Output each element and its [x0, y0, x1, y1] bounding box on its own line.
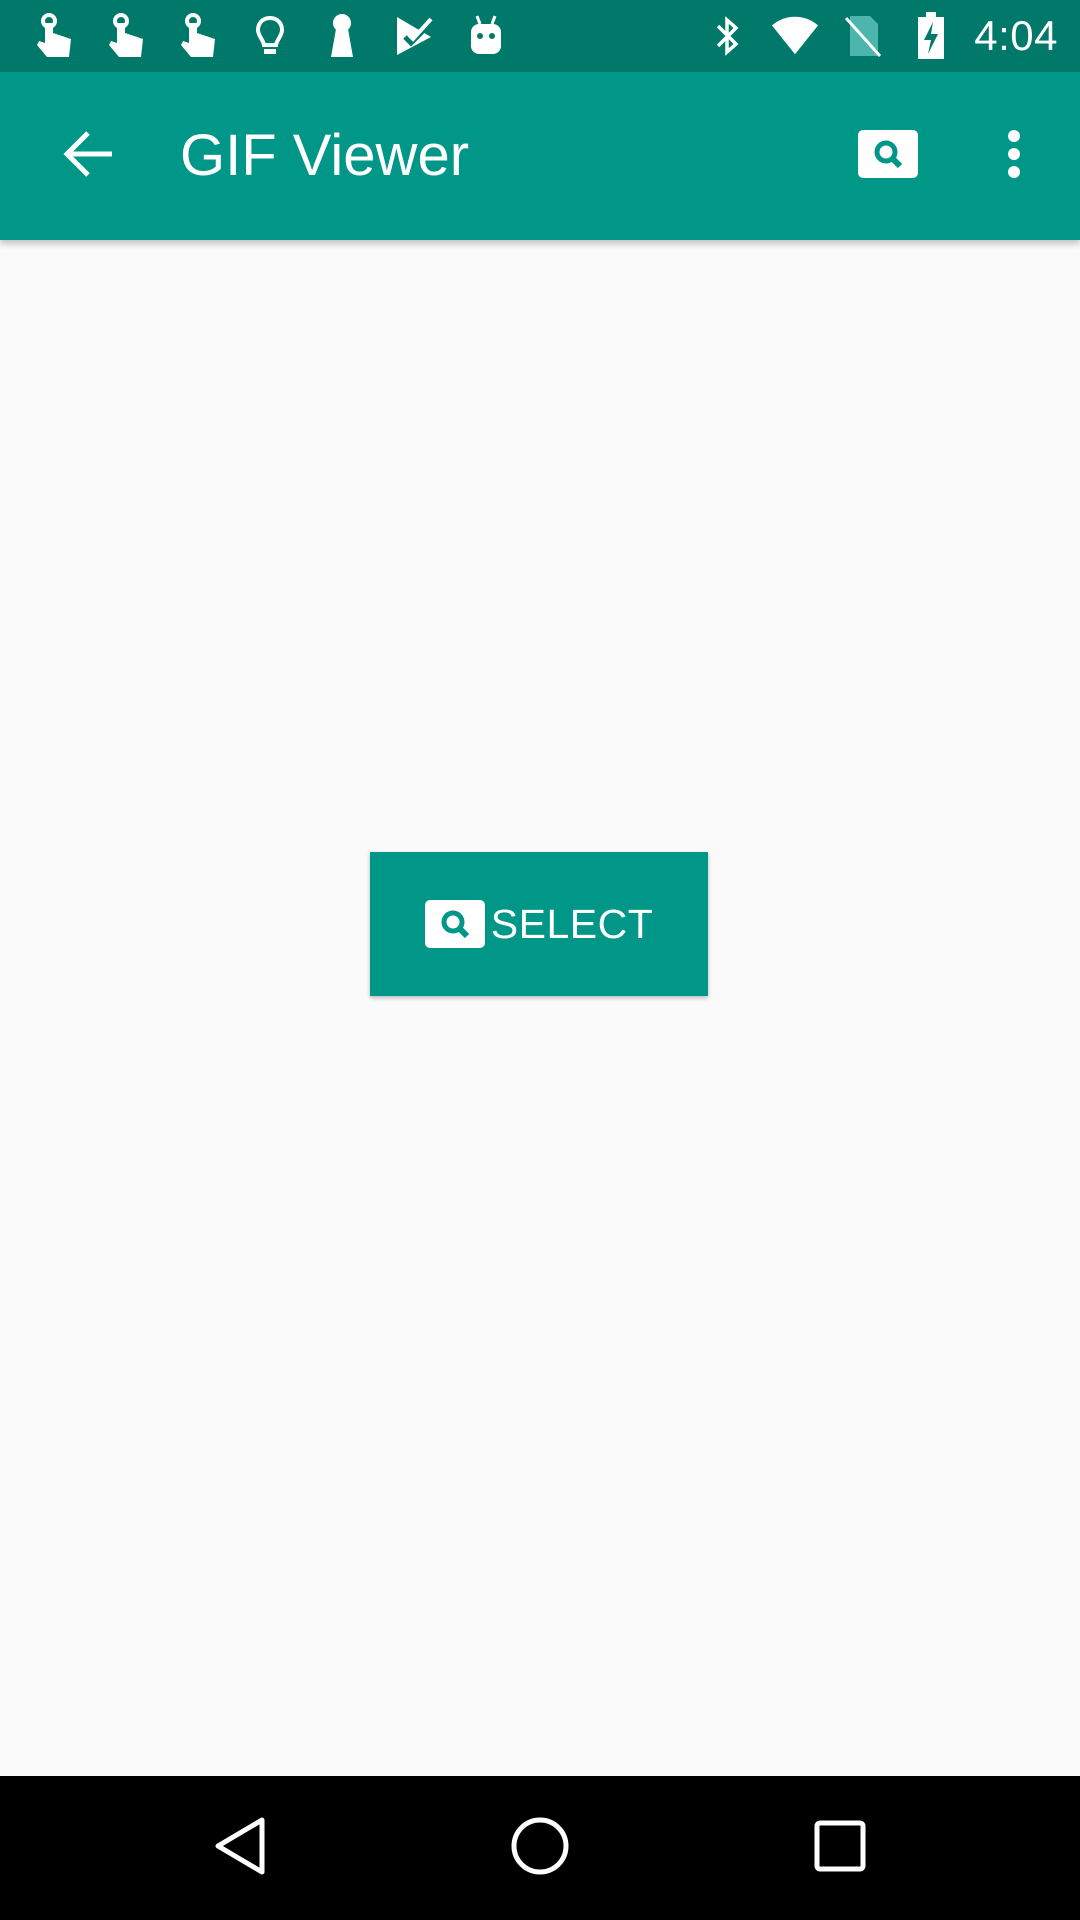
- keyhole-icon: [316, 10, 368, 62]
- touch-app-icon: [28, 10, 80, 62]
- more-vert-icon: [1006, 129, 1022, 184]
- system-status-icons: 4:04: [684, 10, 1058, 62]
- back-triangle-icon: [212, 1816, 268, 1881]
- select-button-label: SELECT: [490, 900, 654, 947]
- screen: 4:04 GIF Viewer SELECT: [0, 0, 1080, 1920]
- touch-app-icon: [100, 10, 152, 62]
- arrow-back-icon: [62, 130, 114, 183]
- navigation-bar: [0, 1776, 1080, 1920]
- status-time: 4:04: [974, 12, 1058, 59]
- nav-home-button[interactable]: [492, 1800, 588, 1896]
- wifi-icon: [770, 11, 820, 61]
- recents-square-icon: [813, 1819, 867, 1878]
- main-content: SELECT: [0, 240, 1080, 1776]
- android-icon: [460, 10, 512, 62]
- nav-recents-button[interactable]: [792, 1800, 888, 1896]
- back-button[interactable]: [40, 108, 136, 204]
- nav-back-button[interactable]: [192, 1800, 288, 1896]
- status-bar: 4:04: [0, 0, 1080, 72]
- search-action-button[interactable]: [840, 108, 936, 204]
- select-button[interactable]: SELECT: [370, 852, 708, 996]
- touch-app-icon: [172, 10, 224, 62]
- bluetooth-icon: [702, 11, 752, 61]
- overflow-menu-button[interactable]: [966, 108, 1062, 204]
- lightbulb-icon: [244, 10, 296, 62]
- image-search-icon: [858, 129, 918, 183]
- home-circle-icon: [510, 1816, 570, 1881]
- image-search-icon: [424, 900, 485, 948]
- battery-charging-icon: [906, 11, 956, 61]
- play-store-check-icon: [388, 10, 440, 62]
- notification-icons: [28, 10, 532, 62]
- no-sim-icon: [838, 11, 888, 61]
- app-title: GIF Viewer: [180, 123, 470, 188]
- app-bar: GIF Viewer: [0, 72, 1080, 240]
